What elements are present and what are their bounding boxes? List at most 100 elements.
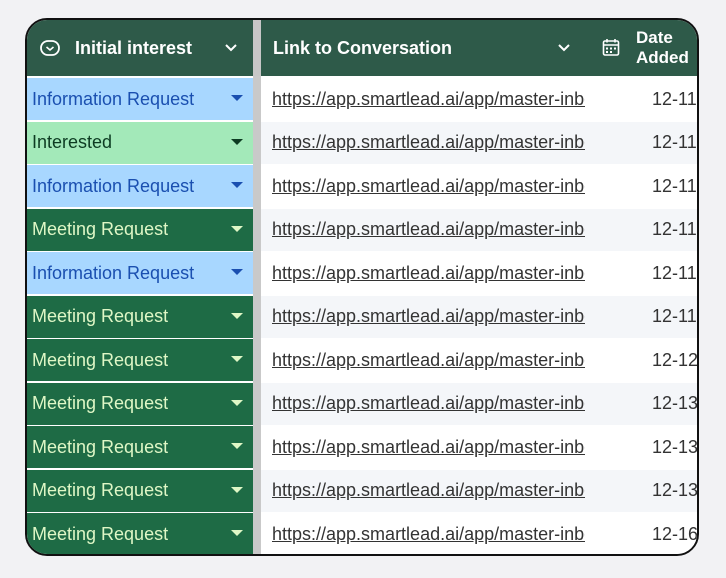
conversation-link-cell: https://app.smartlead.ai/app/master-inbo… [261, 295, 601, 338]
initial-interest-value: Meeting Request [32, 219, 169, 239]
conversation-link-cell: https://app.smartlead.ai/app/master-inbo… [261, 165, 601, 207]
column-header-label: Link to Conversation [273, 37, 453, 58]
conversation-link[interactable]: https://app.smartlead.ai/app/master-inbo… [272, 437, 585, 458]
caret-down-icon[interactable] [231, 138, 243, 145]
initial-interest-value: Meeting Request [32, 393, 169, 413]
table-row: Meeting Request https://app.smartlead.ai/… [27, 339, 697, 383]
initial-interest-value: Meeting Request [32, 349, 169, 370]
conversation-link-cell: https://app.smartlead.ai/app/master-inbo… [261, 252, 601, 294]
caret-down-icon[interactable] [231, 443, 243, 449]
initial-interest-dropdown[interactable]: Meeting Request [27, 339, 253, 381]
conversation-link[interactable]: https://app.smartlead.ai/app/master-inbo… [272, 176, 585, 197]
conversation-link[interactable]: https://app.smartlead.ai/app/master-inbo… [272, 132, 585, 153]
caret-down-icon[interactable] [231, 269, 243, 275]
date-added-cell[interactable]: 12-11 [601, 78, 697, 120]
date-added-cell[interactable]: 12-11 [601, 252, 697, 294]
column-header-link-to-conversation[interactable]: Link to Conversation [261, 20, 601, 76]
date-added-value: 12-13 [652, 436, 699, 457]
conversation-link[interactable]: https://app.smartlead.ai/app/master-inbo… [272, 480, 585, 501]
caret-down-icon[interactable] [231, 399, 243, 406]
caret-down-icon[interactable] [231, 530, 243, 536]
date-added-cell[interactable]: 12-11 [601, 121, 697, 164]
conversation-link[interactable]: https://app.smartlead.ai/app/master-inbo… [272, 89, 585, 110]
table-row: Meeting Request https://app.smartlead.ai/… [27, 513, 699, 554]
caret-down-icon[interactable] [231, 486, 243, 493]
conversation-link[interactable]: https://app.smartlead.ai/app/master-inbo… [272, 219, 585, 240]
column-header-date-added[interactable]: Date Added [601, 20, 697, 76]
conversation-link[interactable]: https://app.smartlead.ai/app/master-inbo… [272, 350, 585, 371]
table-row: Meeting Request https://app.smartlead.ai/… [27, 382, 699, 427]
caret-down-icon[interactable] [231, 225, 243, 232]
caret-down-icon[interactable] [231, 182, 243, 188]
initial-interest-dropdown[interactable]: Meeting Request [27, 426, 253, 468]
dropdown-chip-icon [40, 40, 60, 56]
conversation-link-cell: https://app.smartlead.ai/app/master-inbo… [261, 513, 601, 554]
date-added-cell[interactable]: 12-13 [601, 426, 699, 468]
initial-interest-dropdown[interactable]: Meeting Request [27, 208, 253, 251]
caret-down-icon[interactable] [231, 356, 243, 362]
date-added-value: 12-11 [652, 175, 697, 196]
chevron-down-icon[interactable] [557, 41, 571, 55]
date-added-cell[interactable]: 12-13 [601, 469, 699, 512]
initial-interest-dropdown[interactable]: Meeting Request [27, 295, 253, 338]
date-added-value: 12-13 [652, 393, 699, 413]
conversation-link-cell: https://app.smartlead.ai/app/master-inbo… [261, 382, 601, 425]
caret-down-icon[interactable] [231, 312, 243, 319]
date-added-value: 12-11 [652, 306, 697, 326]
date-added-cell[interactable]: 12-16 [601, 513, 699, 554]
initial-interest-value: Meeting Request [32, 523, 169, 544]
table-row: Interested https://app.smartlead.ai/app/m… [27, 121, 697, 166]
initial-interest-value: Meeting Request [32, 306, 169, 326]
spreadsheet-window: Initial interest Link to Conversation Da [25, 18, 699, 556]
table-row: Information Request https://app.smartlead… [27, 78, 697, 122]
conversation-link-cell: https://app.smartlead.ai/app/master-inbo… [261, 208, 601, 251]
conversation-link[interactable]: https://app.smartlead.ai/app/master-inbo… [272, 263, 585, 284]
column-divider[interactable] [253, 20, 261, 76]
initial-interest-value: Interested [32, 132, 113, 152]
initial-interest-dropdown[interactable]: Information Request [27, 252, 253, 294]
date-added-cell[interactable]: 12-11 [601, 208, 697, 251]
conversation-link-cell: https://app.smartlead.ai/app/master-inbo… [261, 78, 601, 120]
conversation-link[interactable]: https://app.smartlead.ai/app/master-inbo… [272, 524, 585, 545]
conversation-link[interactable]: https://app.smartlead.ai/app/master-inbo… [272, 306, 585, 327]
caret-down-icon[interactable] [231, 95, 243, 101]
date-added-cell[interactable]: 12-11 [601, 165, 697, 207]
date-added-value: 12-11 [652, 132, 697, 152]
date-added-value: 12-16 [652, 523, 699, 544]
table-row: Meeting Request https://app.smartlead.ai/… [27, 208, 697, 253]
initial-interest-dropdown[interactable]: Interested [27, 121, 253, 164]
table-header: Initial interest Link to Conversation Da [27, 20, 697, 76]
initial-interest-value: Meeting Request [32, 480, 169, 500]
conversation-link-cell: https://app.smartlead.ai/app/master-inbo… [261, 121, 601, 164]
table-row: Meeting Request https://app.smartlead.ai/… [27, 469, 699, 514]
column-header-initial-interest[interactable]: Initial interest [27, 20, 253, 76]
chevron-down-icon[interactable] [224, 41, 238, 55]
date-added-value: 12-12 [652, 349, 699, 370]
initial-interest-value: Information Request [32, 262, 195, 283]
initial-interest-dropdown[interactable]: Information Request [27, 165, 253, 207]
date-added-cell[interactable]: 12-12 [601, 339, 699, 381]
date-added-value: 12-13 [652, 480, 699, 500]
table-row: Information Request https://app.smartlead… [27, 252, 697, 296]
table-row: Information Request https://app.smartlead… [27, 165, 697, 209]
conversation-link-cell: https://app.smartlead.ai/app/master-inbo… [261, 339, 601, 381]
initial-interest-value: Meeting Request [32, 436, 169, 457]
initial-interest-dropdown[interactable]: Meeting Request [27, 469, 253, 512]
date-added-value: 12-11 [652, 262, 697, 283]
date-added-cell[interactable]: 12-13 [601, 382, 699, 425]
initial-interest-dropdown[interactable]: Meeting Request [27, 382, 253, 425]
initial-interest-dropdown[interactable]: Information Request [27, 78, 253, 120]
column-header-label: Date Added [636, 28, 689, 67]
conversation-link-cell: https://app.smartlead.ai/app/master-inbo… [261, 426, 601, 468]
initial-interest-value: Information Request [32, 88, 195, 109]
conversation-link-cell: https://app.smartlead.ai/app/master-inbo… [261, 469, 601, 512]
date-added-value: 12-11 [652, 88, 697, 109]
calendar-icon [602, 39, 620, 56]
initial-interest-dropdown[interactable]: Meeting Request [27, 513, 253, 554]
table-row: Meeting Request https://app.smartlead.ai/… [27, 426, 697, 470]
date-added-cell[interactable]: 12-11 [601, 295, 697, 338]
conversation-link[interactable]: https://app.smartlead.ai/app/master-inbo… [272, 393, 585, 414]
initial-interest-value: Information Request [32, 175, 195, 196]
table-row: Meeting Request https://app.smartlead.ai/… [27, 295, 697, 340]
date-added-value: 12-11 [652, 219, 697, 239]
